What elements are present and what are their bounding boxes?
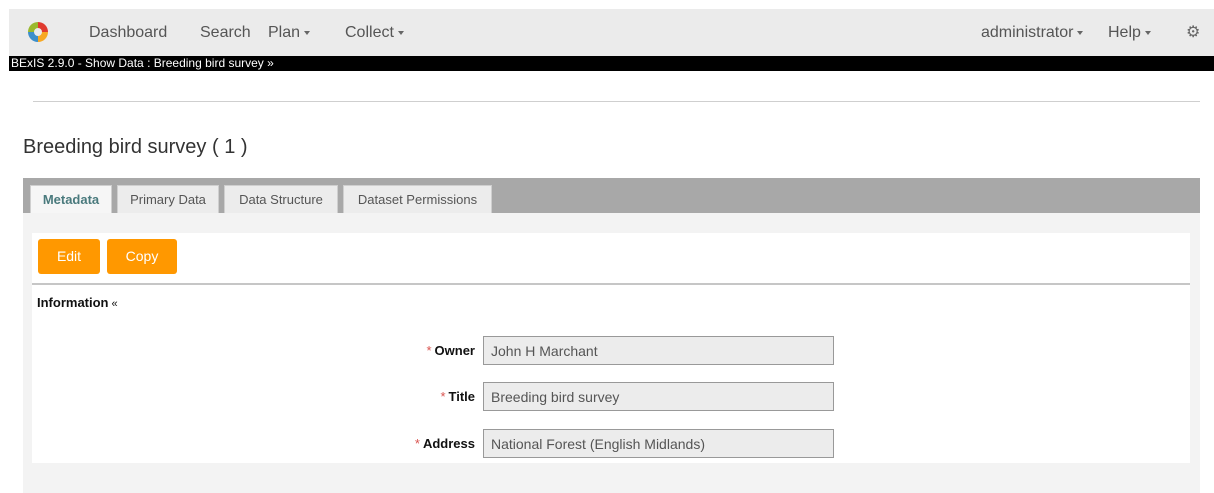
tab-dataset-permissions[interactable]: Dataset Permissions: [343, 185, 492, 213]
address-label-text: Address: [422, 436, 475, 451]
required-marker: *: [414, 436, 420, 451]
nav-plan[interactable]: Plan: [268, 9, 311, 56]
address-field[interactable]: [483, 429, 834, 458]
section-title: Information: [37, 295, 109, 310]
caret-down-icon: [397, 30, 404, 35]
caret-down-icon: [304, 30, 311, 35]
gear-icon[interactable]: ⚙: [1186, 9, 1200, 56]
logo-icon[interactable]: [27, 21, 49, 43]
nav-user-menu[interactable]: administrator: [981, 9, 1084, 56]
title-label: * Title: [440, 382, 475, 411]
nav-help-label: Help: [1108, 24, 1141, 41]
caret-down-icon: [1077, 30, 1084, 35]
nav-search[interactable]: Search: [200, 9, 251, 56]
page-title: Breeding bird survey ( 1 ): [23, 136, 248, 158]
owner-field[interactable]: [483, 336, 834, 365]
copy-button[interactable]: Copy: [107, 239, 177, 274]
title-label-text: Title: [448, 389, 476, 404]
nav-plan-label: Plan: [268, 24, 301, 41]
tab-metadata[interactable]: Metadata: [30, 185, 112, 213]
address-label: * Address: [415, 429, 475, 458]
divider: [33, 101, 1200, 102]
breadcrumb-text: BExIS 2.9.0 - Show Data : Breeding bird …: [11, 56, 274, 70]
chevron-up-icon: «: [111, 298, 118, 310]
tab-strip: Metadata Primary Data Data Structure Dat…: [23, 178, 1200, 213]
required-marker: *: [426, 343, 432, 358]
divider: [32, 283, 1190, 285]
nav-dashboard[interactable]: Dashboard: [89, 9, 167, 56]
edit-button[interactable]: Edit: [38, 239, 100, 274]
nav-user-label: administrator: [981, 24, 1074, 41]
owner-label-text: Owner: [434, 343, 475, 358]
required-marker: *: [440, 389, 446, 404]
nav-collect-label: Collect: [345, 24, 394, 41]
section-header-information[interactable]: Information «: [37, 295, 118, 310]
tab-data-structure[interactable]: Data Structure: [224, 185, 338, 213]
title-field[interactable]: [483, 382, 834, 411]
nav-help[interactable]: Help: [1108, 9, 1151, 56]
caret-down-icon: [1144, 30, 1151, 35]
nav-collect[interactable]: Collect: [345, 9, 404, 56]
breadcrumb[interactable]: BExIS 2.9.0 - Show Data : Breeding bird …: [9, 56, 1214, 71]
tab-primary-data[interactable]: Primary Data: [117, 185, 219, 213]
top-navbar: Dashboard Search Plan Collect administra…: [9, 9, 1214, 56]
owner-label: * Owner: [426, 336, 475, 365]
